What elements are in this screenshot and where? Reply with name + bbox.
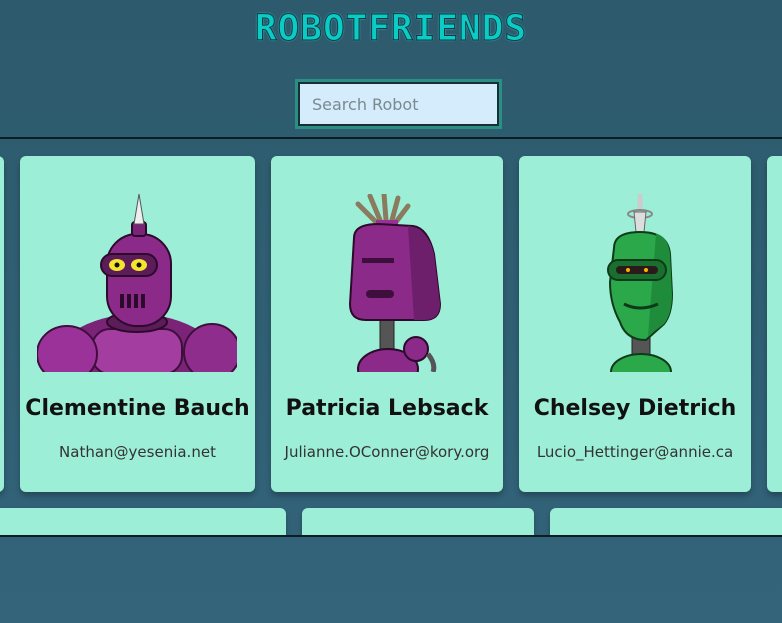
robot-card[interactable]: Patricia Lebsack Julianne.OConner@kory.o… xyxy=(271,156,503,492)
robot-email: Nathan@yesenia.net xyxy=(59,443,216,461)
robot-email: Lucio_Hettinger@annie.ca xyxy=(536,443,734,461)
robot-email: Julianne.OConner@kory.org xyxy=(284,443,490,461)
robot-image xyxy=(288,194,488,372)
robot-card[interactable]: Clementine Bauch Nathan@yesenia.net xyxy=(20,156,255,492)
robot-name: Chelsey Dietrich xyxy=(533,396,737,421)
robot-card[interactable]: Chelsey Dietrich Lucio_Hettinger@annie.c… xyxy=(519,156,751,492)
search-box xyxy=(295,79,502,129)
robot-image xyxy=(37,194,237,372)
robot-name: Clementine Bauch xyxy=(25,396,250,421)
robot-name: Patricia Lebsack xyxy=(285,396,489,421)
robot-image xyxy=(536,194,736,372)
robot-card-row2[interactable] xyxy=(302,508,534,535)
app-title: ROBOTFRIENDS xyxy=(254,8,528,50)
robot-card-list[interactable]: Clementine Bauch Nathan@yesenia.net Patr… xyxy=(0,137,782,537)
robot-card-partial-right[interactable] xyxy=(767,156,782,492)
search-input[interactable] xyxy=(295,79,502,129)
robot-card-partial-left[interactable] xyxy=(0,156,4,492)
robot-card-row2[interactable] xyxy=(0,508,286,535)
robot-card-row2[interactable] xyxy=(550,508,782,535)
